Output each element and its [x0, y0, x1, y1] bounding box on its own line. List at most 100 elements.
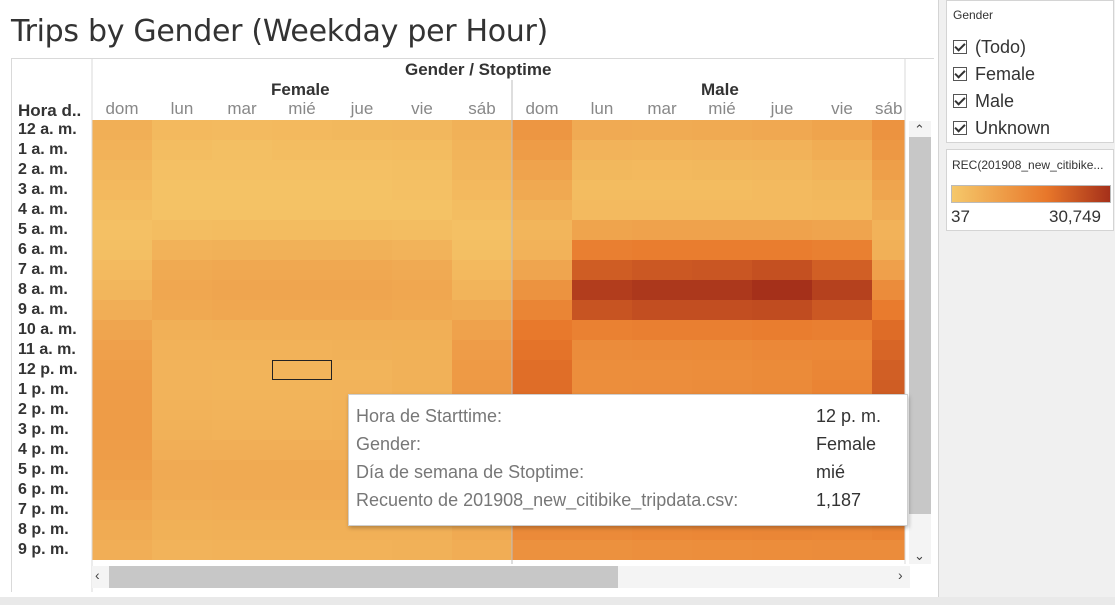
heatmap-cell[interactable]: [752, 320, 812, 340]
heatmap-cell[interactable]: [752, 360, 812, 380]
heatmap-cell[interactable]: [752, 220, 812, 240]
heatmap-cell[interactable]: [392, 220, 452, 240]
heatmap-cell[interactable]: [92, 220, 152, 240]
heatmap-cell[interactable]: [452, 160, 512, 180]
heatmap-cell[interactable]: [572, 220, 632, 240]
heatmap-cell[interactable]: [92, 300, 152, 320]
heatmap-cell[interactable]: [392, 340, 452, 360]
heatmap-cell[interactable]: [92, 200, 152, 220]
heatmap-cell[interactable]: [872, 540, 905, 560]
heatmap-cell[interactable]: [152, 300, 212, 320]
heatmap-cell[interactable]: [692, 360, 752, 380]
heatmap-cell[interactable]: [512, 540, 572, 560]
heatmap-cell[interactable]: [512, 260, 572, 280]
heatmap-cell[interactable]: [152, 440, 212, 460]
heatmap-cell[interactable]: [572, 340, 632, 360]
heatmap-cell[interactable]: [572, 280, 632, 300]
heatmap-cell[interactable]: [212, 120, 272, 140]
heatmap-cell[interactable]: [572, 300, 632, 320]
heatmap-cell[interactable]: [272, 540, 332, 560]
heatmap-cell[interactable]: [152, 400, 212, 420]
heatmap-cell[interactable]: [272, 240, 332, 260]
filter-option-todo[interactable]: (Todo): [953, 36, 1026, 58]
heatmap-cell[interactable]: [152, 200, 212, 220]
heatmap-cell[interactable]: [452, 280, 512, 300]
heatmap-cell[interactable]: [752, 540, 812, 560]
heatmap-cell[interactable]: [152, 260, 212, 280]
heatmap-cell[interactable]: [872, 360, 905, 380]
heatmap-cell[interactable]: [152, 380, 212, 400]
heatmap-cell[interactable]: [392, 200, 452, 220]
horizontal-scroll-thumb[interactable]: [109, 566, 618, 588]
heatmap-cell[interactable]: [152, 180, 212, 200]
filter-option-unknown[interactable]: Unknown: [953, 117, 1050, 139]
heatmap-cell[interactable]: [512, 180, 572, 200]
heatmap-cell[interactable]: [332, 240, 392, 260]
heatmap-cell[interactable]: [212, 140, 272, 160]
heatmap-cell[interactable]: [92, 420, 152, 440]
heatmap-cell[interactable]: [812, 320, 872, 340]
heatmap-cell[interactable]: [212, 260, 272, 280]
heatmap-cell[interactable]: [212, 160, 272, 180]
heatmap-cell[interactable]: [272, 220, 332, 240]
heatmap-cell[interactable]: [752, 140, 812, 160]
heatmap-cell[interactable]: [812, 200, 872, 220]
heatmap-cell[interactable]: [92, 400, 152, 420]
heatmap-cell[interactable]: [692, 340, 752, 360]
heatmap-cell[interactable]: [572, 360, 632, 380]
heatmap-cell[interactable]: [632, 360, 692, 380]
heatmap-cell[interactable]: [332, 540, 392, 560]
horizontal-scrollbar[interactable]: ‹ ›: [92, 566, 910, 588]
heatmap-cell[interactable]: [632, 260, 692, 280]
heatmap-cell[interactable]: [152, 460, 212, 480]
heatmap-cell[interactable]: [272, 160, 332, 180]
scroll-up-arrow[interactable]: ⌃: [914, 122, 925, 138]
heatmap-cell[interactable]: [212, 300, 272, 320]
heatmap-cell[interactable]: [812, 360, 872, 380]
heatmap-cell[interactable]: [272, 440, 332, 460]
heatmap-cell[interactable]: [452, 540, 512, 560]
heatmap-cell[interactable]: [212, 180, 272, 200]
heatmap-cell[interactable]: [752, 240, 812, 260]
heatmap-cell[interactable]: [512, 120, 572, 140]
heatmap-cell[interactable]: [812, 160, 872, 180]
heatmap-cell[interactable]: [332, 360, 392, 380]
heatmap-cell[interactable]: [872, 340, 905, 360]
heatmap-cell[interactable]: [272, 500, 332, 520]
scroll-left-arrow[interactable]: ‹: [95, 567, 100, 583]
heatmap-cell[interactable]: [92, 160, 152, 180]
heatmap-cell[interactable]: [692, 280, 752, 300]
heatmap-cell[interactable]: [752, 180, 812, 200]
heatmap-cell[interactable]: [452, 220, 512, 240]
heatmap-cell[interactable]: [812, 180, 872, 200]
heatmap-cell[interactable]: [272, 120, 332, 140]
heatmap-cell[interactable]: [632, 240, 692, 260]
heatmap-cell[interactable]: [632, 120, 692, 140]
heatmap-cell[interactable]: [692, 540, 752, 560]
heatmap-cell[interactable]: [212, 440, 272, 460]
heatmap-cell[interactable]: [152, 340, 212, 360]
heatmap-cell[interactable]: [872, 280, 905, 300]
heatmap-cell[interactable]: [872, 180, 905, 200]
heatmap-cell[interactable]: [752, 260, 812, 280]
heatmap-cell[interactable]: [92, 240, 152, 260]
heatmap-cell[interactable]: [812, 280, 872, 300]
heatmap-cell[interactable]: [632, 200, 692, 220]
heatmap-cell[interactable]: [332, 160, 392, 180]
heatmap-cell[interactable]: [92, 440, 152, 460]
heatmap-cell[interactable]: [632, 540, 692, 560]
heatmap-cell[interactable]: [92, 280, 152, 300]
heatmap-cell[interactable]: [152, 280, 212, 300]
heatmap-cell[interactable]: [452, 120, 512, 140]
heatmap-cell[interactable]: [392, 280, 452, 300]
heatmap-cell[interactable]: [212, 420, 272, 440]
heatmap-cell[interactable]: [272, 420, 332, 440]
heatmap-cell[interactable]: [692, 140, 752, 160]
heatmap-cell[interactable]: [572, 180, 632, 200]
heatmap-cell[interactable]: [632, 220, 692, 240]
heatmap-cell[interactable]: [92, 520, 152, 540]
heatmap-cell[interactable]: [272, 320, 332, 340]
heatmap-cell[interactable]: [872, 260, 905, 280]
heatmap-cell[interactable]: [512, 200, 572, 220]
heatmap-cell[interactable]: [752, 280, 812, 300]
